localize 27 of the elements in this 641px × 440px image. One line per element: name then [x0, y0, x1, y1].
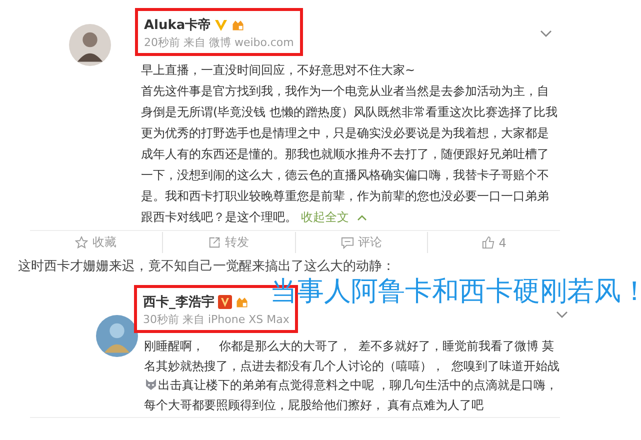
- post-text: 早上直播，一直没时间回应，不好意思对不住大家~: [141, 62, 416, 79]
- verified-icon: [214, 18, 228, 32]
- star-icon: [75, 236, 88, 249]
- share-button[interactable]: 转发: [162, 232, 296, 253]
- member-icon: [231, 18, 246, 32]
- like-button[interactable]: 4: [428, 232, 560, 253]
- post-text: 刚睡醒啊， 你都是那么大的大哥了， 差不多就好了，睡觉前我看了微博 莫名其妙就热搜了，点进去都没有几个人讨论的（嘻嘻）， 您嗅到了味道开始战 出击真让楼下的弟弟有点觉得意料之中呢 ，聊几句生活中的点滴就是口嗨，每个大哥都要照顾得到位，屁股给他们擦好， 真有点难为人了吧: [144, 338, 560, 414]
- verified-icon: [218, 295, 232, 309]
- post-text: 首先这件事是官方找到我，我作为一个电竞从业者当然是去参加活动为主，自身倒是无所谓(毕竟没钱 也懒的蹭热度）风队既然非常看重这次比赛选择了比我更为优秀的打野选手也是情理之中，只是确实没必要说是为我着想，大家都是成年人有的东西还是懂的。那我也就顺水推舟不去打了，随便跟好兄弟吐槽了一下，没想到闹的这么大，德云色的直播风格确实偏口嗨，我替卡子哥赔个不是。我和西卡打职业较晚尊重您是前辈，作为前辈的您也没必要一口一口弟弟跟西卡对线吧？是这个理吧。 收起全文: [141, 83, 558, 226]
- post-meta: 30秒前 来自 iPhone XS Max: [143, 312, 290, 327]
- post-meta: 20秒前 来自 微博 weibo.com: [144, 35, 294, 50]
- star-button[interactable]: 收藏: [30, 232, 163, 253]
- avatar[interactable]: [96, 315, 138, 357]
- emoji-icon: [144, 377, 158, 391]
- share-icon: [208, 236, 222, 249]
- caret-icon: [356, 214, 367, 221]
- comment-icon: [340, 236, 354, 249]
- member-icon: [234, 295, 248, 309]
- caption-text: 这时西卡才姗姗来迟，竟不知自己一觉醒来搞出了这么大的动静：: [18, 258, 395, 275]
- chevron-down-icon[interactable]: [540, 30, 552, 38]
- chevron-down-icon[interactable]: [556, 311, 568, 319]
- avatar[interactable]: [69, 24, 111, 66]
- user-name[interactable]: 西卡_李浩宇: [143, 293, 214, 311]
- thumbs-up-icon: [482, 236, 495, 249]
- collapse-link[interactable]: 收起全文: [300, 210, 367, 224]
- user-name[interactable]: Aluka卡帝: [144, 16, 212, 34]
- comment-button[interactable]: 评论: [296, 232, 428, 253]
